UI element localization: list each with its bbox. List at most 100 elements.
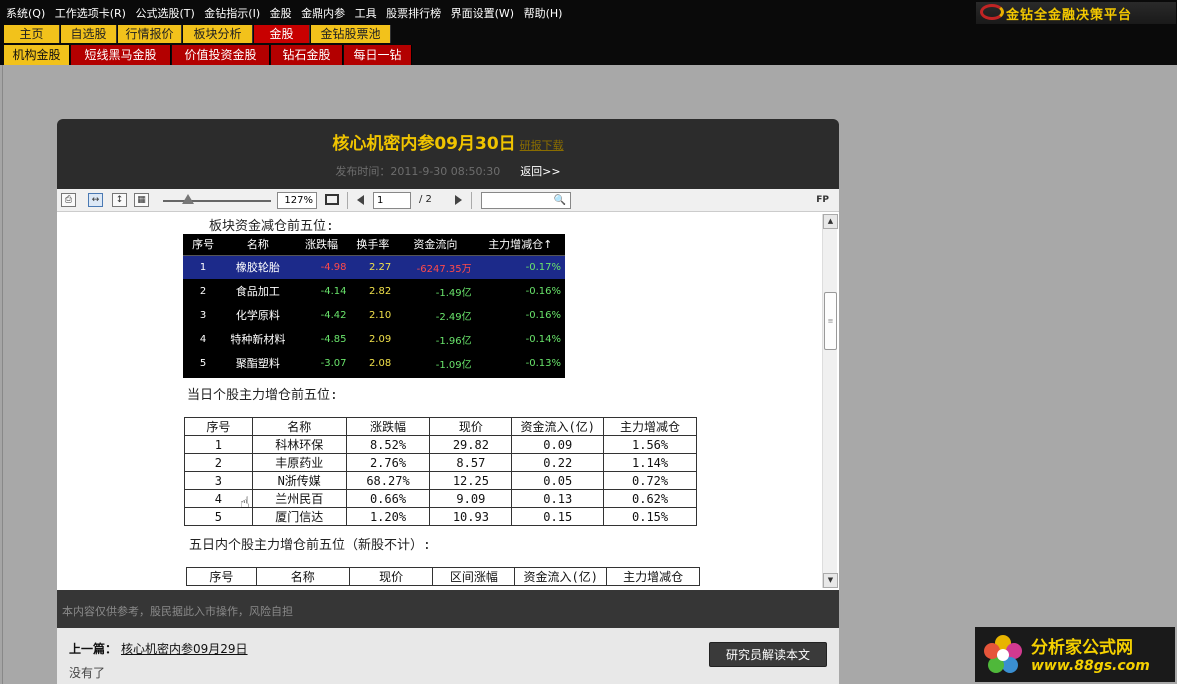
- cell-turnover: 2.10: [368, 309, 392, 321]
- cell-change: 2.76%: [345, 453, 431, 472]
- menu-tools[interactable]: 工具: [355, 7, 377, 20]
- cell-price: 10.93: [429, 507, 513, 526]
- article-header: 核心机密内参09月30日 研报下载 发布时间：2011-9-30 08:50:30…: [57, 119, 839, 189]
- page-input[interactable]: 1: [373, 192, 411, 209]
- cell-change: -4.42: [320, 309, 347, 321]
- scroll-up-icon[interactable]: ▲: [823, 214, 838, 229]
- col-main-force[interactable]: 主力增减仓↑: [475, 234, 565, 256]
- cell-turnover: 2.82: [368, 285, 392, 297]
- cell-main-force: 0.62%: [603, 489, 697, 508]
- col-price: 现价: [429, 417, 513, 436]
- col-change: 涨跌幅: [345, 417, 431, 436]
- flower-logo-icon: [984, 635, 1022, 673]
- monitor-icon[interactable]: [325, 194, 339, 205]
- back-link[interactable]: 返回>>: [520, 165, 560, 178]
- menu-gold-stocks[interactable]: 金股: [270, 7, 292, 20]
- cell-name: 化学原料: [235, 309, 280, 322]
- zoom-slider-track[interactable]: [163, 200, 271, 202]
- cell-turnover: 2.09: [368, 333, 392, 345]
- table-row[interactable]: 3 化学原料 -4.42 2.10 -2.49亿 -0.16%: [183, 303, 565, 327]
- menu-indicator[interactable]: 金钻指示(I): [204, 7, 260, 20]
- scroll-thumb[interactable]: ≡: [824, 292, 837, 350]
- menu-items: 系统(Q) 工作选项卡(R) 公式选股(T) 金钻指示(I) 金股 金鼎内参 工…: [6, 5, 568, 21]
- col-turnover: 换手率: [350, 234, 396, 256]
- search-icon[interactable]: 🔍: [554, 195, 566, 206]
- fit-width-icon[interactable]: ↔: [88, 193, 103, 207]
- menu-interface-settings[interactable]: 界面设置(W): [451, 7, 514, 20]
- cell-change: 8.52%: [345, 435, 431, 454]
- col-index: 序号: [183, 234, 224, 256]
- tab-watchlist[interactable]: 自选股: [61, 25, 117, 43]
- cell-change: -4.14: [320, 285, 347, 297]
- cell-turnover: 2.27: [350, 255, 396, 279]
- watermark-logo: 分析家公式网 www.88gs.com: [975, 627, 1175, 682]
- col-name: 名称: [255, 567, 350, 586]
- cell-main-force: 1.56%: [603, 435, 697, 454]
- tab-sector-analysis[interactable]: 板块分析: [183, 25, 253, 43]
- menu-workspace-tabs[interactable]: 工作选项卡(R): [55, 7, 126, 20]
- tab-stock-pool[interactable]: 金钻股票池: [311, 25, 391, 43]
- table-row[interactable]: 2 食品加工 -4.14 2.82 -1.49亿 -0.16%: [183, 279, 565, 303]
- page-total: / 2: [419, 194, 432, 205]
- document-view[interactable]: 板块资金减仓前五位: 序号 名称 涨跌幅 换手率 资金流向 主力增减仓↑ 1 橡…: [57, 212, 839, 590]
- table-row: 4 兰州民百 0.66% 9.09 0.13 0.62%: [184, 489, 697, 508]
- menu-help[interactable]: 帮助(H): [524, 7, 563, 20]
- cell-index: 5: [199, 357, 207, 369]
- zoom-input[interactable]: 127%: [277, 192, 317, 209]
- menu-system[interactable]: 系统(Q): [6, 7, 45, 20]
- cell-fund-flow: -1.96亿: [435, 335, 472, 347]
- tab-daily-pick[interactable]: 每日一钻: [344, 45, 412, 65]
- menu-internal-reference[interactable]: 金鼎内参: [301, 7, 345, 20]
- cell-fund-flow: -2.49亿: [435, 311, 472, 323]
- cell-price: 12.25: [429, 471, 513, 490]
- cell-change: -4.98: [292, 255, 351, 279]
- table-row: 5 厦门信达 1.20% 10.93 0.15 0.15%: [184, 507, 697, 526]
- table-row[interactable]: 4 特种新材料 -4.85 2.09 -1.96亿 -0.14%: [183, 327, 565, 351]
- download-link[interactable]: 研报下载: [520, 139, 564, 152]
- scroll-down-icon[interactable]: ▼: [823, 573, 838, 588]
- table-row[interactable]: 5 聚酯塑料 -3.07 2.08 -1.09亿 -0.13%: [183, 351, 565, 375]
- fit-height-icon[interactable]: ↕: [112, 193, 127, 207]
- cell-change: 1.20%: [345, 507, 431, 526]
- cell-change: -3.07: [320, 357, 347, 369]
- toolbar-separator: [347, 192, 348, 209]
- cell-name: 特种新材料: [230, 333, 286, 346]
- col-name: 名称: [251, 417, 347, 436]
- col-change: 涨跌幅: [292, 234, 351, 256]
- sector-table-header: 序号 名称 涨跌幅 换手率 资金流向 主力增减仓↑: [183, 234, 565, 256]
- document-scrollbar[interactable]: ▲ ≡ ▼: [822, 214, 838, 588]
- table-row[interactable]: 1 橡胶轮胎 -4.98 2.27 -6247.35万 -0.17%: [183, 255, 565, 279]
- cell-inflow: 0.13: [511, 489, 605, 508]
- tab-home[interactable]: 主页: [4, 25, 60, 43]
- search-input[interactable]: 🔍: [481, 192, 571, 209]
- menu-formula-picker[interactable]: 公式选股(T): [135, 7, 194, 20]
- primary-tabs: 主页 自选股 行情报价 板块分析 金股 金钻股票池: [0, 24, 1177, 43]
- prev-page-icon[interactable]: [357, 195, 364, 205]
- zoom-slider-thumb[interactable]: [182, 194, 194, 204]
- tab-quotes[interactable]: 行情报价: [118, 25, 182, 43]
- tab-institutional[interactable]: 机构金股: [4, 45, 70, 65]
- cell-change: -4.85: [320, 333, 347, 345]
- cell-main-force: 1.14%: [603, 453, 697, 472]
- cell-index: 3: [184, 471, 253, 490]
- tab-gold-stocks[interactable]: 金股: [254, 25, 310, 43]
- cell-main-force: -0.14%: [525, 333, 561, 345]
- tab-value-investing[interactable]: 价值投资金股: [172, 45, 270, 65]
- five-day-table-header: 序号 名称 现价 区间涨幅 资金流入(亿) 主力增减仓: [186, 567, 700, 586]
- article-nav: 上一篇： 核心机密内参09月29日 没有了 研究员解读本文: [57, 628, 839, 684]
- cell-name: N浙传媒: [251, 471, 347, 490]
- cell-index: 2: [199, 285, 207, 297]
- col-price: 现价: [348, 567, 434, 586]
- tab-short-term[interactable]: 短线黑马金股: [71, 45, 171, 65]
- cell-name: 橡胶轮胎: [223, 255, 293, 279]
- cell-index: 3: [199, 309, 207, 321]
- prev-article-link[interactable]: 核心机密内参09月29日: [121, 640, 248, 657]
- print-icon[interactable]: ⎙: [61, 193, 76, 207]
- thumbnails-icon[interactable]: ▦: [134, 193, 149, 207]
- cell-name: 厦门信达: [251, 507, 347, 526]
- tab-diamond[interactable]: 钻石金股: [271, 45, 343, 65]
- analyst-interpretation-button[interactable]: 研究员解读本文: [709, 642, 827, 667]
- next-page-icon[interactable]: [455, 195, 462, 205]
- col-range-change: 区间涨幅: [432, 567, 516, 586]
- menu-stock-ranking[interactable]: 股票排行榜: [386, 7, 441, 20]
